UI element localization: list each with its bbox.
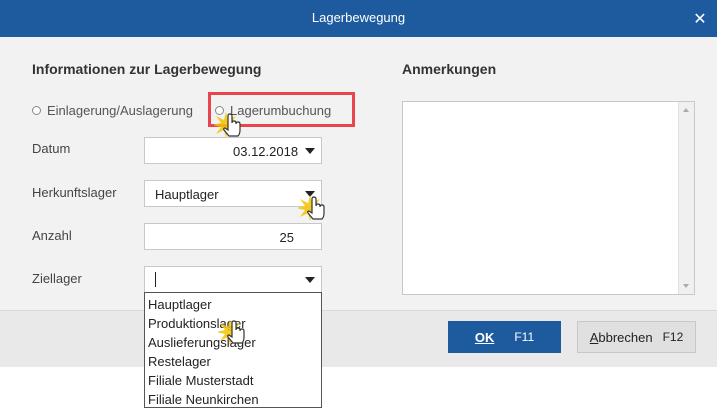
scroll-up-icon[interactable]	[683, 108, 689, 112]
ok-button[interactable]: OK F11	[448, 321, 561, 353]
click-cursor-icon	[218, 319, 245, 345]
chevron-down-icon[interactable]	[305, 277, 315, 283]
datum-label: Datum	[32, 141, 71, 156]
click-cursor-icon	[298, 195, 325, 221]
ok-shortcut: F11	[514, 330, 535, 344]
radio-circle-icon[interactable]	[32, 106, 41, 115]
cancel-button[interactable]: Abbrechen F12	[577, 321, 696, 353]
chevron-down-icon[interactable]	[305, 148, 315, 154]
list-item[interactable]: Hauptlager	[145, 295, 321, 314]
list-item[interactable]: Filiale Neunkirchen	[145, 390, 321, 409]
cancel-button-label: Abbrechen	[589, 329, 653, 345]
scroll-down-icon[interactable]	[683, 284, 689, 288]
herkunftslager-select[interactable]: Hauptlager	[144, 180, 322, 207]
radio-einlagerung[interactable]: Einlagerung/Auslagerung	[32, 103, 193, 118]
window-title: Lagerbewegung	[311, 10, 406, 25]
anzahl-field[interactable]: 25	[144, 223, 322, 250]
close-icon[interactable]: ✕	[683, 0, 717, 37]
list-item[interactable]: Filiale Musterstadt	[145, 371, 321, 390]
ok-button-label: OK	[474, 329, 495, 345]
click-cursor-icon	[214, 112, 241, 138]
radio-label-einlagerung: Einlagerung/Auslagerung	[47, 103, 193, 118]
herkunftslager-label: Herkunftslager	[32, 185, 117, 200]
title-bar: Lagerbewegung ✕	[0, 0, 717, 37]
ziellager-select[interactable]	[144, 266, 322, 293]
notes-textarea[interactable]	[402, 101, 695, 295]
info-heading: Informationen zur Lagerbewegung	[32, 61, 262, 77]
cancel-shortcut: F12	[662, 330, 684, 344]
notes-scrollbar[interactable]	[678, 102, 694, 294]
ziellager-label: Ziellager	[32, 271, 82, 286]
notes-heading: Anmerkungen	[402, 61, 497, 77]
text-caret	[155, 272, 156, 287]
anzahl-label: Anzahl	[32, 228, 72, 243]
herkunftslager-value: Hauptlager	[155, 187, 219, 202]
anzahl-value: 25	[279, 230, 294, 245]
